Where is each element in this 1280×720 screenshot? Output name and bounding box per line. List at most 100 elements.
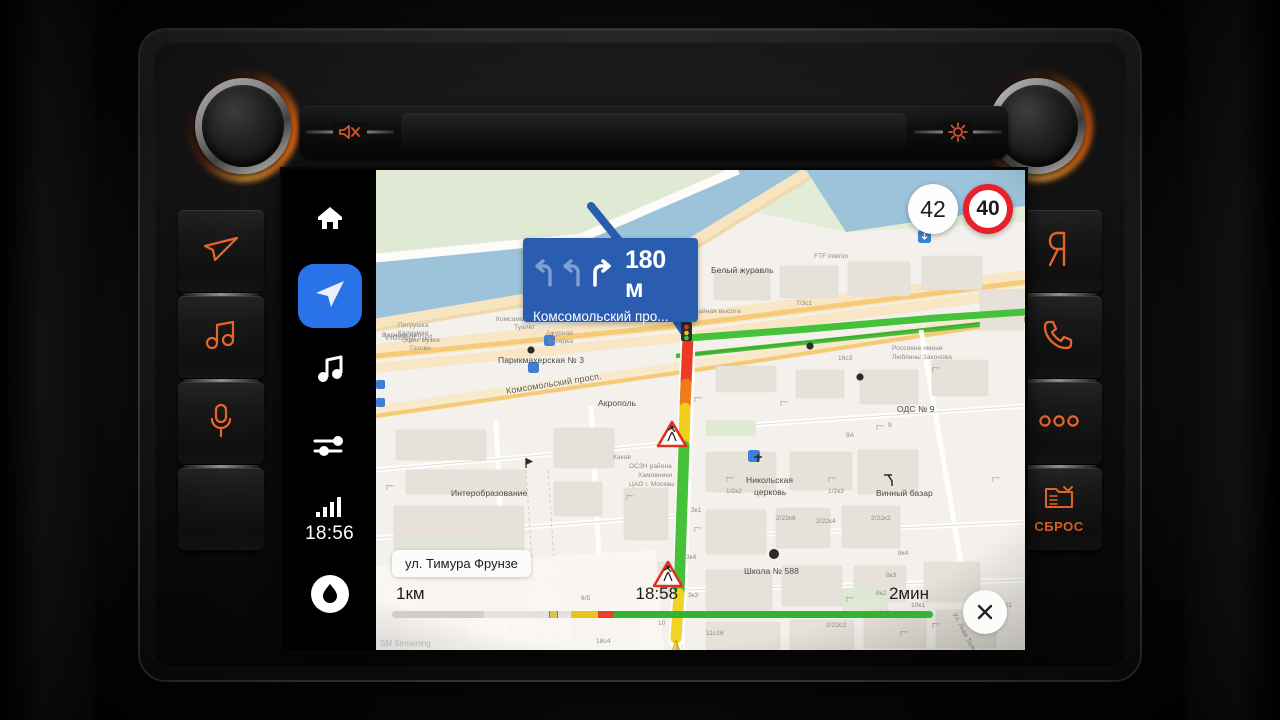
sidebar-item-navigation[interactable] bbox=[297, 264, 362, 328]
map-label: FTF interior bbox=[814, 253, 849, 260]
svg-text:Г''': Г''' bbox=[694, 527, 702, 534]
map-label: Хамовники bbox=[638, 472, 673, 479]
gear-icon bbox=[943, 121, 973, 143]
touchscreen-display[interactable]: 18:56 Г''' Г''' Г''' Г''' Г''' Г''' Г'''… bbox=[283, 170, 1025, 650]
reset-button-label: СБРОС bbox=[1034, 518, 1084, 534]
speaker-mute-icon bbox=[333, 122, 367, 142]
sidebar-item-assistant[interactable] bbox=[298, 564, 362, 628]
map-label: 1/2к2 bbox=[726, 488, 742, 495]
map-label: 8к3 bbox=[886, 572, 897, 579]
current-street-chip: ул. Тимура Фрунзе bbox=[392, 550, 531, 577]
map-label: 8к4 bbox=[898, 550, 909, 557]
map-label: 7/3с1 bbox=[796, 300, 813, 307]
map-label: 1/2к3 bbox=[828, 488, 844, 495]
microphone-icon bbox=[208, 403, 234, 444]
svg-text:Г''': Г''' bbox=[932, 367, 940, 374]
route-progress-jam bbox=[597, 611, 614, 618]
home-icon bbox=[315, 204, 345, 237]
map-label: 3к1 bbox=[691, 507, 702, 514]
svg-text:Г''': Г''' bbox=[726, 477, 734, 484]
knob-face-right bbox=[996, 85, 1078, 167]
map-label: 16с3 bbox=[838, 355, 853, 362]
map-label: 2/22к6 bbox=[776, 515, 796, 522]
map-label: Интеробразование bbox=[451, 488, 528, 498]
svg-text:Г''': Г''' bbox=[386, 485, 394, 492]
map-label: 9А bbox=[846, 432, 855, 439]
mute-button[interactable] bbox=[300, 106, 400, 158]
route-progress-cursor bbox=[548, 611, 558, 618]
alice-assistant-icon bbox=[308, 572, 352, 621]
map-label: Винный базар bbox=[876, 488, 933, 498]
settings-button[interactable] bbox=[908, 106, 1008, 158]
map-label: Люблины Законова bbox=[892, 354, 952, 361]
map-watermark-bottom: SM Streaming bbox=[380, 639, 431, 648]
head-unit-faceplate: PWR VOL AUDIO TUNE bbox=[154, 42, 1126, 668]
hard-button-column-left bbox=[178, 210, 264, 554]
disc-slot-opening[interactable] bbox=[402, 113, 906, 151]
map-label: Никольская bbox=[746, 475, 794, 485]
route-eta-row: 1км 18:58 2мин bbox=[392, 584, 933, 604]
map-label: Каков bbox=[613, 454, 631, 461]
reset-hard-button[interactable]: СБРОС bbox=[1016, 468, 1102, 550]
sidebar-item-music[interactable] bbox=[298, 340, 362, 404]
more-hard-button[interactable] bbox=[1016, 382, 1102, 468]
map-label: Россияне имени bbox=[892, 345, 943, 352]
current-speed-badge: 42 bbox=[908, 184, 958, 234]
close-icon bbox=[977, 604, 993, 620]
power-volume-knob[interactable] bbox=[187, 70, 299, 182]
head-unit: PWR VOL AUDIO TUNE bbox=[140, 30, 1140, 680]
close-route-button[interactable] bbox=[963, 590, 1007, 634]
signal-bars-icon bbox=[315, 495, 345, 522]
map-label: Чайная высота bbox=[694, 308, 741, 315]
map-label: Ажурная bbox=[546, 330, 573, 337]
maneuver-distance: 180 м bbox=[625, 246, 666, 303]
map-label: 3к4 bbox=[686, 554, 697, 561]
map-label: ОДС № 9 bbox=[897, 404, 935, 414]
voice-hard-button[interactable] bbox=[178, 382, 264, 468]
yandex-ya-icon bbox=[1044, 230, 1074, 273]
route-eta-panel: 1км 18:58 2мин bbox=[392, 584, 1007, 636]
map-canvas[interactable]: Г''' Г''' Г''' Г''' Г''' Г''' Г''' Г''' Г'''… bbox=[376, 170, 1025, 650]
blank-hard-button-left[interactable] bbox=[178, 468, 264, 550]
map-label: Акрополь bbox=[598, 398, 637, 408]
route-distance: 1км bbox=[396, 584, 425, 603]
sidebar-item-equalizer[interactable] bbox=[298, 416, 362, 480]
sidebar-item-signal[interactable]: 18:56 bbox=[298, 494, 362, 546]
navigation-arrow-icon bbox=[313, 278, 347, 315]
svg-text:Г''': Г''' bbox=[626, 495, 634, 502]
app-sidebar: 18:56 bbox=[283, 170, 376, 650]
lane-arrow-right-active bbox=[589, 258, 613, 293]
map-label: 2/22к4 bbox=[816, 518, 836, 525]
knob-face-left bbox=[202, 85, 284, 167]
lane-arrow-left-2 bbox=[561, 258, 583, 293]
svg-text:Г''': Г''' bbox=[876, 425, 884, 432]
speed-indicators: 42 40 bbox=[908, 184, 1013, 234]
route-progress-traveled bbox=[392, 611, 484, 618]
sidebar-item-home[interactable] bbox=[298, 188, 362, 252]
map-label: ОСЗН района bbox=[629, 463, 672, 470]
navigation-hard-button[interactable] bbox=[178, 210, 264, 296]
map-label: Парикмахерская № 3 bbox=[498, 355, 585, 365]
sidebar-clock: 18:56 bbox=[304, 523, 355, 544]
dashboard-trim-right bbox=[1185, 0, 1280, 720]
lane-arrow-left-1 bbox=[533, 258, 555, 293]
map-label: 9 bbox=[888, 422, 892, 429]
speed-limit-badge: 40 bbox=[963, 184, 1013, 234]
map-label: Школа № 588 bbox=[744, 566, 799, 576]
three-dots-icon bbox=[1037, 414, 1081, 433]
phone-hard-button[interactable] bbox=[1016, 296, 1102, 382]
phone-handset-icon bbox=[1041, 317, 1077, 358]
map-label: Белый журавль bbox=[711, 265, 774, 275]
yandex-hard-button[interactable] bbox=[1016, 210, 1102, 296]
media-hard-button[interactable] bbox=[178, 296, 264, 382]
maneuver-row: 180 м bbox=[533, 246, 688, 304]
map-label: Туалет bbox=[514, 324, 536, 331]
maneuver-banner[interactable]: 180 м Комсомольский про... bbox=[523, 238, 698, 324]
hard-button-column-right: СБРОС bbox=[1016, 210, 1102, 554]
reset-folder-icon bbox=[1042, 485, 1076, 516]
disc-slot-bar bbox=[300, 106, 1008, 158]
map-watermark: Videogr.net bbox=[384, 332, 433, 342]
route-progress-bar[interactable] bbox=[392, 611, 933, 618]
route-progress-free bbox=[597, 611, 933, 618]
navigation-arrow-icon bbox=[201, 234, 241, 269]
